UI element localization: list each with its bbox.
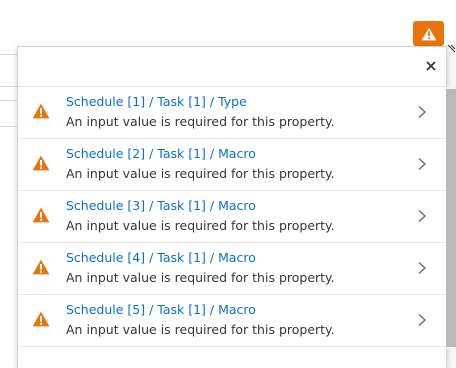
warning-triangle-icon (32, 155, 50, 171)
background-content-strip (0, 46, 17, 368)
message-item[interactable]: Schedule [4] / Task [1] / Macro An input… (18, 243, 446, 295)
app-page: Schedule [1] / Task [1] / Type An input … (0, 0, 456, 368)
divider (0, 100, 17, 101)
message-popover: Schedule [1] / Task [1] / Type An input … (17, 46, 456, 368)
close-icon (426, 61, 436, 71)
message-title[interactable]: Schedule [4] / Task [1] / Macro (66, 250, 256, 265)
message-item[interactable]: Schedule [5] / Task [1] / Macro An input… (18, 295, 446, 347)
chevron-right-icon (418, 209, 427, 223)
message-description: An input value is required for this prop… (66, 166, 335, 181)
divider (0, 126, 17, 127)
message-description: An input value is required for this prop… (66, 322, 335, 337)
message-item[interactable]: Schedule [2] / Task [1] / Macro An input… (18, 139, 446, 191)
messages-warning-button[interactable] (413, 21, 444, 46)
resize-grip-icon[interactable] (447, 44, 456, 53)
message-item[interactable]: Schedule [1] / Task [1] / Type An input … (18, 87, 446, 139)
message-title[interactable]: Schedule [5] / Task [1] / Macro (66, 302, 256, 317)
chevron-right-icon (418, 313, 427, 327)
chevron-right-icon (418, 261, 427, 275)
warning-triangle-icon (32, 311, 50, 327)
popover-header (18, 47, 446, 87)
divider (0, 54, 17, 55)
app-header-background (0, 0, 456, 46)
scrollbar-thumb[interactable] (446, 89, 456, 347)
message-title[interactable]: Schedule [2] / Task [1] / Macro (66, 146, 256, 161)
message-description: An input value is required for this prop… (66, 270, 335, 285)
message-list: Schedule [1] / Task [1] / Type An input … (18, 87, 446, 347)
message-title[interactable]: Schedule [1] / Task [1] / Type (66, 94, 247, 109)
warning-triangle-icon (32, 259, 50, 275)
message-description: An input value is required for this prop… (66, 218, 335, 233)
divider (0, 86, 17, 87)
chevron-right-icon (418, 105, 427, 119)
close-button[interactable] (423, 58, 439, 74)
warning-triangle-icon (32, 207, 50, 223)
warning-triangle-icon (421, 27, 436, 40)
chevron-right-icon (418, 157, 427, 171)
message-description: An input value is required for this prop… (66, 114, 335, 129)
warning-triangle-icon (32, 103, 50, 119)
message-item[interactable]: Schedule [3] / Task [1] / Macro An input… (18, 191, 446, 243)
message-title[interactable]: Schedule [3] / Task [1] / Macro (66, 198, 256, 213)
